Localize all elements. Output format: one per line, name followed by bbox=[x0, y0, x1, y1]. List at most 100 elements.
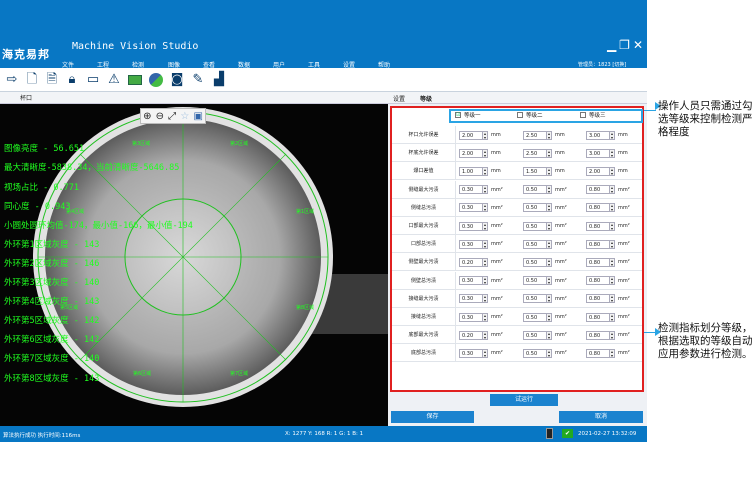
param-value-input[interactable]: 0.50 bbox=[523, 312, 547, 322]
param-value-input[interactable]: 0.80 bbox=[586, 203, 610, 213]
spinner-icon[interactable]: ▴ ▾ bbox=[610, 276, 615, 286]
lock-icon[interactable]: 🔒︎ bbox=[63, 71, 81, 89]
close-icon[interactable]: ✕ bbox=[633, 38, 643, 52]
param-value-input[interactable]: 0.30 bbox=[459, 312, 483, 322]
spinner-icon[interactable]: ▴ ▾ bbox=[610, 166, 615, 176]
star-icon[interactable]: ☆ bbox=[180, 111, 189, 122]
param-value-input[interactable]: 3.00 bbox=[586, 130, 610, 140]
param-value-input[interactable]: 0.50 bbox=[523, 257, 547, 267]
spinner-icon[interactable]: ▴ ▾ bbox=[610, 148, 615, 158]
param-value-input[interactable]: 1.50 bbox=[523, 166, 547, 176]
param-value-input[interactable]: 0.30 bbox=[459, 239, 483, 249]
spinner-icon[interactable]: ▴ ▾ bbox=[547, 348, 552, 358]
param-value-input[interactable]: 0.30 bbox=[459, 185, 483, 195]
zoom-in-icon[interactable]: ⊕ bbox=[143, 111, 151, 122]
spinner-icon[interactable]: ▴ ▾ bbox=[610, 294, 615, 304]
restore-icon[interactable]: ❐ bbox=[619, 38, 630, 52]
fit-icon[interactable]: ⤢ bbox=[168, 111, 176, 122]
param-value-input[interactable]: 0.50 bbox=[523, 185, 547, 195]
param-value-input[interactable]: 2.00 bbox=[459, 148, 483, 158]
camera-icon[interactable]: ◙ bbox=[168, 71, 186, 89]
param-value-input[interactable]: 2.50 bbox=[523, 148, 547, 158]
user-info[interactable]: 管理员：1823 [切换] bbox=[578, 61, 626, 68]
spinner-icon[interactable]: ▴ ▾ bbox=[547, 130, 552, 140]
param-value-input[interactable]: 0.30 bbox=[459, 294, 483, 304]
param-value-input[interactable]: 0.50 bbox=[523, 239, 547, 249]
spinner-icon[interactable]: ▴ ▾ bbox=[547, 294, 552, 304]
spinner-icon[interactable]: ▴ ▾ bbox=[483, 203, 488, 213]
param-value-input[interactable]: 0.80 bbox=[586, 221, 610, 231]
param-value-input[interactable]: 0.80 bbox=[586, 257, 610, 267]
save-icon[interactable]: ▣ bbox=[193, 111, 202, 122]
grade-1-option[interactable]: ☑ 等级一 bbox=[455, 111, 481, 119]
param-value-input[interactable]: 2.50 bbox=[523, 130, 547, 140]
monitor-icon[interactable]: ▭ bbox=[84, 71, 102, 89]
spinner-icon[interactable]: ▴ ▾ bbox=[547, 312, 552, 322]
spinner-icon[interactable]: ▴ ▾ bbox=[483, 221, 488, 231]
new-file-icon[interactable]: 🗋 bbox=[23, 71, 41, 89]
param-value-input[interactable]: 0.80 bbox=[586, 294, 610, 304]
param-value-input[interactable]: 0.80 bbox=[586, 348, 610, 358]
grade-1-checkbox[interactable]: ☑ bbox=[455, 112, 461, 118]
warning-icon[interactable]: ⚠ bbox=[105, 71, 123, 89]
tab-cup-mouth[interactable]: 杯口 bbox=[20, 93, 32, 102]
param-value-input[interactable]: 0.80 bbox=[586, 312, 610, 322]
param-value-input[interactable]: 0.80 bbox=[586, 276, 610, 286]
zoom-out-icon[interactable]: ⊖ bbox=[156, 111, 164, 122]
param-value-input[interactable]: 0.80 bbox=[586, 185, 610, 195]
export-icon[interactable]: ⇨ bbox=[3, 71, 21, 89]
param-value-input[interactable]: 0.80 bbox=[586, 239, 610, 249]
spinner-icon[interactable]: ▴ ▾ bbox=[547, 185, 552, 195]
param-value-input[interactable]: 2.00 bbox=[586, 166, 610, 176]
spinner-icon[interactable]: ▴ ▾ bbox=[483, 166, 488, 176]
spinner-icon[interactable]: ▴ ▾ bbox=[610, 348, 615, 358]
grade-3-checkbox[interactable] bbox=[580, 112, 586, 118]
spinner-icon[interactable]: ▴ ▾ bbox=[547, 203, 552, 213]
spinner-icon[interactable]: ▴ ▾ bbox=[483, 330, 488, 340]
param-value-input[interactable]: 0.20 bbox=[459, 330, 483, 340]
grade-3-option[interactable]: 等级三 bbox=[580, 111, 606, 119]
spinner-icon[interactable]: ▴ ▾ bbox=[483, 348, 488, 358]
spinner-icon[interactable]: ▴ ▾ bbox=[610, 239, 615, 249]
chart-icon[interactable]: ▟ bbox=[210, 71, 228, 89]
spinner-icon[interactable]: ▴ ▾ bbox=[610, 330, 615, 340]
spinner-icon[interactable]: ▴ ▾ bbox=[610, 221, 615, 231]
save-button[interactable]: 保存 bbox=[391, 411, 474, 423]
spinner-icon[interactable]: ▴ ▾ bbox=[547, 221, 552, 231]
image-viewer[interactable]: 图像亮度 - 56.651 最大清晰度-5838.34，当前清晰度-5646.8… bbox=[0, 104, 388, 426]
param-value-input[interactable]: 2.00 bbox=[459, 130, 483, 140]
param-value-input[interactable]: 0.50 bbox=[523, 294, 547, 304]
param-value-input[interactable]: 0.80 bbox=[586, 330, 610, 340]
globe-icon[interactable] bbox=[147, 71, 165, 89]
spinner-icon[interactable]: ▴ ▾ bbox=[547, 239, 552, 249]
spinner-icon[interactable]: ▴ ▾ bbox=[610, 203, 615, 213]
spinner-icon[interactable]: ▴ ▾ bbox=[483, 130, 488, 140]
spinner-icon[interactable]: ▴ ▾ bbox=[483, 257, 488, 267]
spinner-icon[interactable]: ▴ ▾ bbox=[483, 239, 488, 249]
save-file-icon[interactable]: 🗎 bbox=[43, 71, 61, 89]
trial-run-button[interactable]: 试运行 bbox=[490, 394, 558, 406]
param-value-input[interactable]: 1.00 bbox=[459, 166, 483, 176]
spinner-icon[interactable]: ▴ ▾ bbox=[483, 148, 488, 158]
spinner-icon[interactable]: ▴ ▾ bbox=[483, 276, 488, 286]
spinner-icon[interactable]: ▴ ▾ bbox=[547, 148, 552, 158]
tab-settings[interactable]: 设置 bbox=[393, 94, 405, 103]
minimize-icon[interactable]: ▁ bbox=[607, 38, 616, 52]
cancel-button[interactable]: 取消 bbox=[559, 411, 643, 423]
spinner-icon[interactable]: ▴ ▾ bbox=[483, 185, 488, 195]
param-value-input[interactable]: 0.50 bbox=[523, 348, 547, 358]
param-value-input[interactable]: 0.50 bbox=[523, 221, 547, 231]
spinner-icon[interactable]: ▴ ▾ bbox=[547, 330, 552, 340]
param-value-input[interactable]: 0.50 bbox=[523, 276, 547, 286]
grade-2-checkbox[interactable] bbox=[517, 112, 523, 118]
spinner-icon[interactable]: ▴ ▾ bbox=[547, 276, 552, 286]
spinner-icon[interactable]: ▴ ▾ bbox=[547, 257, 552, 267]
spinner-icon[interactable]: ▴ ▾ bbox=[610, 257, 615, 267]
spinner-icon[interactable]: ▴ ▾ bbox=[610, 130, 615, 140]
param-value-input[interactable]: 3.00 bbox=[586, 148, 610, 158]
spinner-icon[interactable]: ▴ ▾ bbox=[483, 312, 488, 322]
param-value-input[interactable]: 0.20 bbox=[459, 257, 483, 267]
spinner-icon[interactable]: ▴ ▾ bbox=[483, 294, 488, 304]
tab-grades[interactable]: 等级 bbox=[420, 94, 432, 103]
spinner-icon[interactable]: ▴ ▾ bbox=[547, 166, 552, 176]
